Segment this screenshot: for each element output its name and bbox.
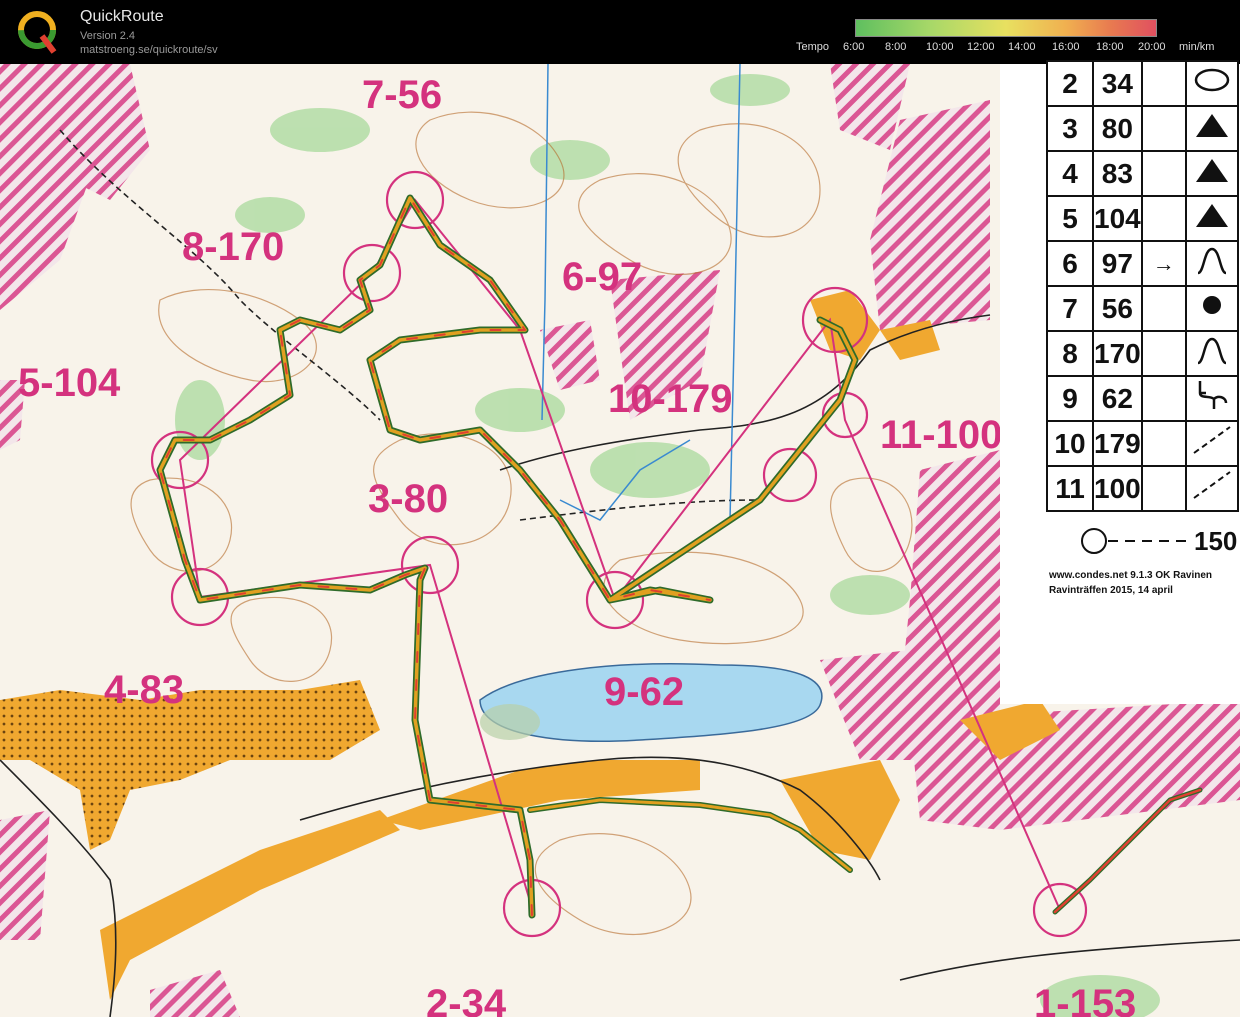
description-row: 2 34 bbox=[1046, 60, 1239, 107]
control-label-10: 10-179 bbox=[608, 377, 733, 421]
description-code: 100 bbox=[1092, 465, 1143, 512]
description-row: 5 104 bbox=[1046, 195, 1239, 242]
diagonal-icon bbox=[1184, 465, 1239, 512]
description-direction bbox=[1140, 285, 1187, 332]
control-label-8: 8-170 bbox=[182, 225, 284, 269]
description-number: 6 bbox=[1046, 240, 1094, 287]
description-direction bbox=[1140, 195, 1187, 242]
tempo-tick: 20:00 bbox=[1138, 41, 1166, 53]
description-direction bbox=[1140, 420, 1187, 467]
description-code: 97 bbox=[1092, 240, 1143, 287]
description-direction bbox=[1140, 330, 1187, 377]
triangle-icon bbox=[1184, 195, 1239, 242]
description-row: 7 56 bbox=[1046, 285, 1239, 332]
knoll-icon bbox=[1184, 330, 1239, 377]
credit-line-1: www.condes.net 9.1.3 OK Ravinen bbox=[1049, 570, 1213, 581]
description-number: 11 bbox=[1046, 465, 1094, 512]
control-label-6: 6-97 bbox=[562, 255, 642, 299]
tempo-gradient-bar bbox=[855, 19, 1157, 37]
description-number: 9 bbox=[1046, 375, 1094, 422]
control-label-4: 4-83 bbox=[104, 668, 184, 712]
tempo-label: Tempo bbox=[796, 41, 830, 53]
description-row: 6 97 → bbox=[1046, 240, 1239, 287]
description-direction bbox=[1140, 60, 1187, 107]
tempo-tick: 8:00 bbox=[885, 41, 907, 53]
description-row: 8 170 bbox=[1046, 330, 1239, 377]
triangle-icon bbox=[1184, 105, 1239, 152]
description-number: 2 bbox=[1046, 60, 1094, 107]
knoll-icon bbox=[1184, 240, 1239, 287]
control-label-1: 1-153 bbox=[1034, 982, 1136, 1017]
finish-distance: 150 bbox=[1194, 526, 1238, 556]
description-number: 8 bbox=[1046, 330, 1094, 377]
tempo-unit: min/km bbox=[1179, 41, 1215, 53]
description-row: 9 62 bbox=[1046, 375, 1239, 422]
control-label-7: 7-56 bbox=[362, 73, 442, 117]
description-code: 83 bbox=[1092, 150, 1143, 197]
tempo-tick: 12:00 bbox=[967, 41, 995, 53]
description-code: 80 bbox=[1092, 105, 1143, 152]
description-direction bbox=[1140, 375, 1187, 422]
ellipse-icon bbox=[1184, 60, 1239, 107]
app-version: Version 2.4 bbox=[80, 30, 136, 42]
description-row: 11 100 bbox=[1046, 465, 1239, 512]
tempo-tick: 6:00 bbox=[843, 41, 865, 53]
control-label-9: 9-62 bbox=[604, 670, 684, 714]
description-direction bbox=[1140, 105, 1187, 152]
app-header: QuickRoute Version 2.4 matstroeng.se/qui… bbox=[0, 0, 1240, 64]
finish-scale-icon bbox=[1081, 528, 1192, 554]
description-code: 179 bbox=[1092, 420, 1143, 467]
diagonal-icon bbox=[1184, 420, 1239, 467]
description-code: 170 bbox=[1092, 330, 1143, 377]
junction-icon bbox=[1184, 375, 1239, 422]
control-label-3: 3-80 bbox=[368, 477, 448, 521]
description-code: 56 bbox=[1092, 285, 1143, 332]
description-number: 7 bbox=[1046, 285, 1094, 332]
description-direction: → bbox=[1140, 240, 1187, 287]
description-number: 5 bbox=[1046, 195, 1094, 242]
control-label-11: 11-100 bbox=[880, 413, 1002, 457]
app-title: QuickRoute bbox=[80, 8, 164, 25]
description-number: 4 bbox=[1046, 150, 1094, 197]
description-direction bbox=[1140, 150, 1187, 197]
control-label-5: 5-104 bbox=[18, 361, 121, 405]
description-code: 62 bbox=[1092, 375, 1143, 422]
description-row: 3 80 bbox=[1046, 105, 1239, 152]
tempo-tick: 16:00 bbox=[1052, 41, 1080, 53]
description-direction bbox=[1140, 465, 1187, 512]
credit-line-2: Ravinträffen 2015, 14 april bbox=[1049, 585, 1173, 596]
description-code: 104 bbox=[1092, 195, 1143, 242]
dot-icon bbox=[1184, 285, 1239, 332]
tempo-tick: 10:00 bbox=[926, 41, 954, 53]
app-url: matstroeng.se/quickroute/sv bbox=[80, 44, 218, 56]
description-code: 34 bbox=[1092, 60, 1143, 107]
control-description-table: 2 34 3 80 4 83 5 104 6 97 → 7 56 8 170 9 62 10 179 11 100 bbox=[1046, 60, 1239, 512]
description-row: 4 83 bbox=[1046, 150, 1239, 197]
description-number: 10 bbox=[1046, 420, 1094, 467]
description-row: 10 179 bbox=[1046, 420, 1239, 467]
tempo-tick: 18:00 bbox=[1096, 41, 1124, 53]
tempo-tick: 14:00 bbox=[1008, 41, 1036, 53]
control-label-2: 2-34 bbox=[426, 982, 507, 1017]
quickroute-logo-icon bbox=[18, 11, 57, 54]
triangle-icon bbox=[1184, 150, 1239, 197]
description-number: 3 bbox=[1046, 105, 1094, 152]
